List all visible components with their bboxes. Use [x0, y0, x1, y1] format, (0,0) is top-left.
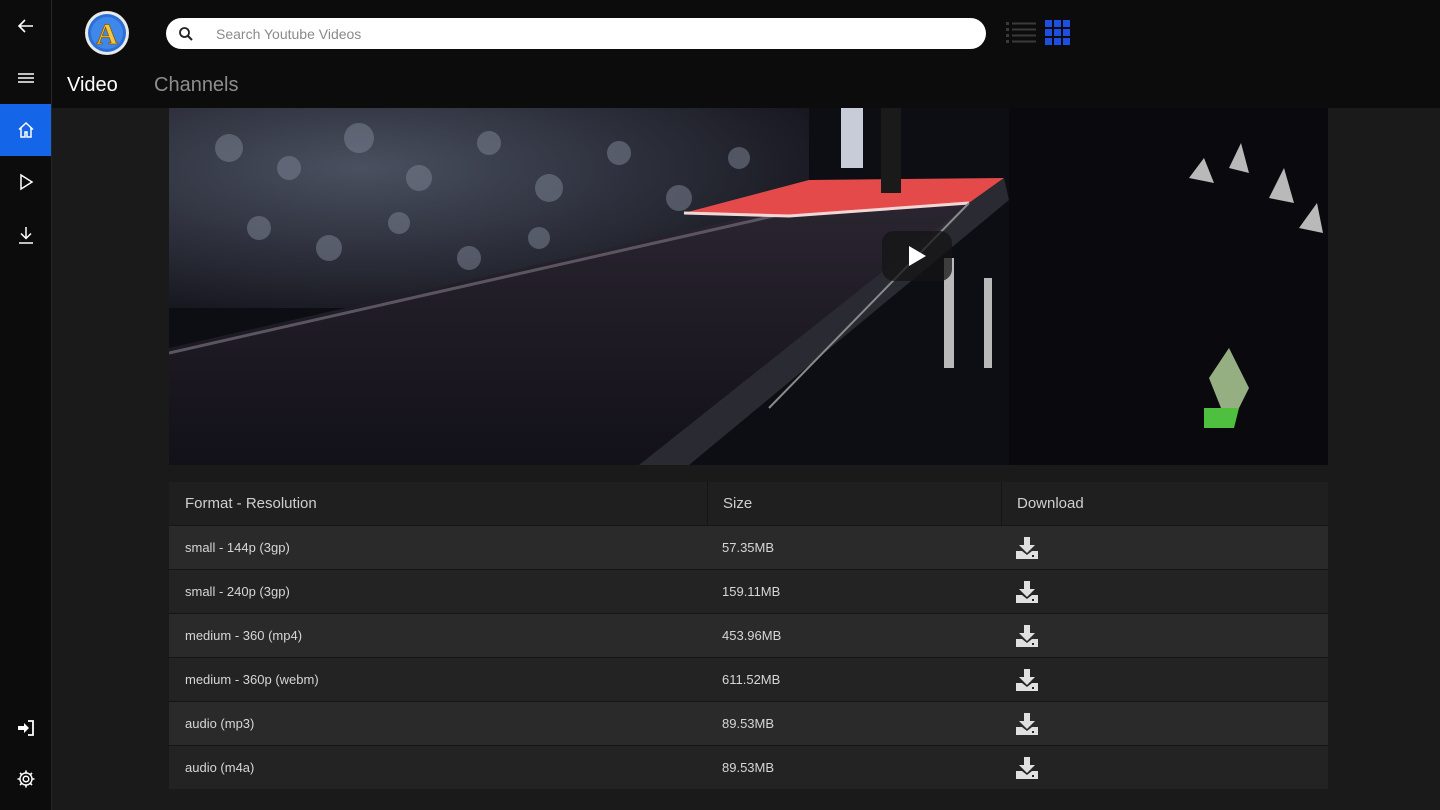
- download-cell: [1001, 702, 1328, 745]
- menu-icon: [17, 73, 34, 83]
- settings-button[interactable]: [0, 753, 51, 805]
- download-cell: [1001, 746, 1328, 789]
- format-cell: audio (m4a): [185, 760, 255, 775]
- search-bar[interactable]: [166, 18, 986, 49]
- download-cell: [1001, 614, 1328, 657]
- format-cell: medium - 360 (mp4): [185, 628, 303, 643]
- download-icon[interactable]: [1015, 668, 1039, 691]
- play-icon: [909, 246, 926, 266]
- download-cell: [1001, 570, 1328, 613]
- download-icon[interactable]: [1015, 536, 1039, 559]
- header-size: Size: [707, 482, 1001, 525]
- video-player[interactable]: [169, 108, 1328, 465]
- size-cell: 159.11MB: [722, 584, 781, 599]
- list-view-icon[interactable]: [1006, 20, 1036, 46]
- download-icon[interactable]: [1015, 624, 1039, 647]
- table-row: audio (m4a) 89.53MB: [169, 745, 1328, 789]
- download-cell: [1001, 658, 1328, 701]
- table-row: medium - 360 (mp4) 453.96MB: [169, 613, 1328, 657]
- format-table: Format - Resolution Size Download small …: [169, 482, 1328, 789]
- table-row: small - 144p (3gp) 57.35MB: [169, 525, 1328, 569]
- tab-channels[interactable]: Channels: [154, 74, 239, 97]
- download-icon: [18, 227, 33, 244]
- sign-in-button[interactable]: [0, 702, 51, 754]
- logo-letter: A: [96, 18, 118, 51]
- download-icon[interactable]: [1015, 712, 1039, 735]
- format-cell: audio (mp3): [185, 716, 255, 731]
- app-logo[interactable]: A: [84, 10, 130, 56]
- format-cell: medium - 360p (webm): [185, 672, 319, 687]
- tab-video[interactable]: Video: [67, 74, 118, 97]
- left-rail: [0, 0, 52, 810]
- play-button[interactable]: [882, 231, 952, 281]
- format-cell: small - 240p (3gp): [185, 584, 290, 599]
- size-cell: 57.35MB: [722, 540, 775, 555]
- table-row: small - 240p (3gp) 159.11MB: [169, 569, 1328, 613]
- downloads-nav-button[interactable]: [0, 209, 51, 261]
- size-cell: 89.53MB: [722, 760, 775, 775]
- home-icon: [17, 121, 34, 138]
- download-icon[interactable]: [1015, 756, 1039, 779]
- header: A Video Channels: [52, 0, 1440, 108]
- back-arrow-icon: [17, 19, 33, 33]
- sign-in-icon: [17, 720, 34, 736]
- grid-view-icon[interactable]: [1045, 20, 1071, 46]
- back-button[interactable]: [0, 0, 51, 52]
- home-button[interactable]: [0, 104, 51, 156]
- header-download: Download: [1001, 482, 1328, 525]
- menu-button[interactable]: [0, 52, 51, 104]
- play-icon: [19, 173, 33, 191]
- table-row: medium - 360p (webm) 611.52MB: [169, 657, 1328, 701]
- format-cell: small - 144p (3gp): [185, 540, 290, 555]
- size-cell: 89.53MB: [722, 716, 775, 731]
- download-cell: [1001, 526, 1328, 569]
- header-format: Format - Resolution: [185, 495, 317, 512]
- size-cell: 611.52MB: [722, 672, 781, 687]
- search-input[interactable]: [214, 24, 958, 43]
- size-cell: 453.96MB: [722, 628, 782, 643]
- table-header: Format - Resolution Size Download: [169, 482, 1328, 525]
- search-icon: [179, 26, 193, 41]
- gear-icon: [17, 770, 34, 788]
- video-frame: [169, 108, 1328, 465]
- play-nav-button[interactable]: [0, 156, 51, 208]
- download-icon[interactable]: [1015, 580, 1039, 603]
- table-row: audio (mp3) 89.53MB: [169, 701, 1328, 745]
